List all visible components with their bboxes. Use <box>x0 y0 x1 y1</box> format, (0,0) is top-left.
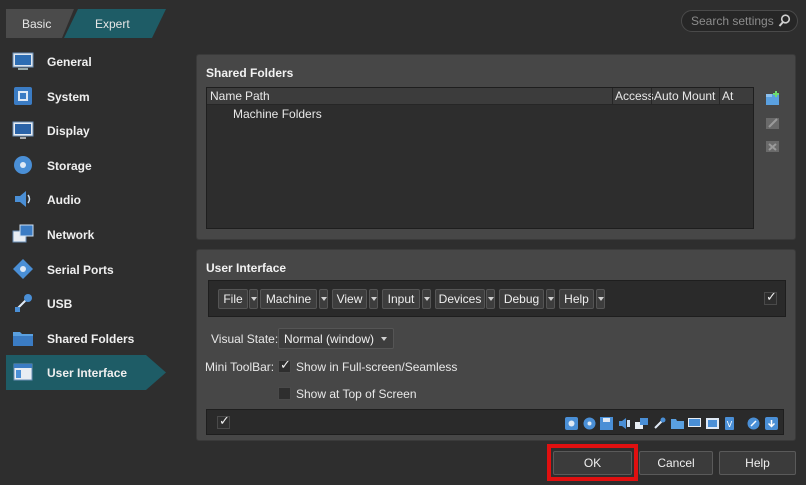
sidebar-item-general[interactable]: General <box>6 44 166 79</box>
audio-status-icon[interactable] <box>618 417 631 430</box>
column-access[interactable]: Access <box>615 89 654 103</box>
column-name[interactable]: Name <box>210 89 242 103</box>
menu-devices-button[interactable]: Devices <box>435 289 485 309</box>
general-icon <box>12 52 34 70</box>
network-status-icon[interactable] <box>635 417 648 430</box>
ok-button-highlight-frame <box>547 444 638 481</box>
sidebar-item-label: Audio <box>47 193 81 208</box>
floppy-status-icon[interactable] <box>600 417 613 430</box>
sidebar-item-usb[interactable]: USB <box>6 286 166 321</box>
table-row[interactable]: Machine Folders <box>233 107 322 121</box>
edit-shared-folder-icon[interactable] <box>765 115 781 131</box>
sidebar-item-label: General <box>47 55 92 69</box>
menu-help-button[interactable]: Help <box>559 289 594 309</box>
sidebar-item-label: Serial Ports <box>47 262 114 277</box>
menu-machine-dropdown[interactable] <box>319 289 328 309</box>
sidebar-item-display[interactable]: Display <box>6 113 166 148</box>
column-at[interactable]: At <box>722 89 733 103</box>
column-path[interactable]: Path <box>245 89 270 103</box>
usb-icon <box>15 294 32 313</box>
mini-toolbar-label: Mini ToolBar: <box>205 360 275 374</box>
menu-view-dropdown[interactable] <box>369 289 378 309</box>
menu-bar-editor: File Machine View Input Devices Debug He… <box>208 280 786 317</box>
sidebar-item-storage[interactable]: Storage <box>6 148 166 183</box>
audio-icon <box>15 191 31 208</box>
menu-help-dropdown[interactable] <box>596 289 605 309</box>
svg-text:V: V <box>727 420 733 429</box>
search-input[interactable] <box>691 13 775 29</box>
tab-expert[interactable]: Expert <box>95 17 130 31</box>
menu-debug-dropdown[interactable] <box>546 289 555 309</box>
sidebar-item-serial-ports[interactable]: Serial Ports <box>6 252 166 287</box>
status-bar-editor: V <box>206 409 784 435</box>
sidebar-item-network[interactable]: Network <box>6 217 166 252</box>
sidebar-item-label: Network <box>47 227 95 242</box>
user-interface-title: User Interface <box>206 261 287 275</box>
sidebar-item-label: Storage <box>47 158 92 173</box>
shared-folders-icon <box>13 331 33 346</box>
tab-basic[interactable]: Basic <box>22 17 51 31</box>
search-icon <box>778 14 791 27</box>
show-top-checkbox[interactable] <box>278 387 291 400</box>
sidebar-item-user-interface[interactable]: User Interface <box>6 355 166 391</box>
storage-icon <box>14 155 32 174</box>
cancel-button[interactable]: Cancel <box>639 451 713 475</box>
search-box[interactable] <box>681 10 798 32</box>
sidebar-item-label: User Interface <box>47 366 128 381</box>
show-top-label[interactable]: Show at Top of Screen <box>296 387 417 401</box>
recording-status-icon[interactable] <box>706 417 719 430</box>
visual-state-value: Normal (window) <box>284 332 375 346</box>
sidebar-item-label: USB <box>47 297 73 312</box>
menu-bar-enabled-checkbox[interactable] <box>764 290 777 305</box>
remove-shared-folder-icon[interactable] <box>765 138 781 154</box>
menu-view-button[interactable]: View <box>332 289 367 309</box>
mode-tabs: Basic Expert <box>6 9 166 38</box>
help-button[interactable]: Help <box>719 451 796 475</box>
visual-state-select[interactable]: Normal (window) <box>278 328 394 349</box>
menu-input-button[interactable]: Input <box>382 289 420 309</box>
virtualization-status-icon[interactable]: V <box>723 417 736 430</box>
shared-folders-title: Shared Folders <box>206 66 294 80</box>
display-status-icon[interactable] <box>688 417 701 430</box>
menu-devices-dropdown[interactable] <box>486 289 495 309</box>
system-icon <box>14 86 32 105</box>
sidebar-item-shared-folders[interactable]: Shared Folders <box>6 321 166 356</box>
status-bar-enabled-checkbox[interactable] <box>217 414 230 429</box>
menu-file-dropdown[interactable] <box>249 289 258 309</box>
menu-debug-button[interactable]: Debug <box>499 289 544 309</box>
sidebar-item-system[interactable]: System <box>6 79 166 114</box>
usb-status-icon[interactable] <box>653 417 666 430</box>
sidebar-item-audio[interactable]: Audio <box>6 182 166 217</box>
optical-drive-status-icon[interactable] <box>583 417 596 430</box>
show-fullscreen-checkbox[interactable] <box>278 358 291 373</box>
serial-ports-icon <box>13 258 33 279</box>
menu-file-button[interactable]: File <box>218 289 248 309</box>
show-fullscreen-label[interactable]: Show in Full-screen/Seamless <box>296 360 457 374</box>
user-interface-icon <box>13 363 33 381</box>
sidebar-item-label: Shared Folders <box>47 331 135 346</box>
display-icon <box>12 121 34 140</box>
menu-machine-button[interactable]: Machine <box>260 289 317 309</box>
menu-input-dropdown[interactable] <box>422 289 431 309</box>
add-shared-folder-icon[interactable] <box>765 91 781 107</box>
sidebar: General System Display Storage Audio Net… <box>6 44 166 391</box>
table-header: Name Path Access Auto Mount At <box>207 88 753 105</box>
keyboard-status-icon[interactable] <box>765 417 778 430</box>
sidebar-item-label: Display <box>47 124 90 139</box>
mouse-integration-status-icon[interactable] <box>747 417 760 430</box>
shared-folders-status-icon[interactable] <box>671 417 684 430</box>
visual-state-label: Visual State: <box>211 332 279 346</box>
hard-disk-status-icon[interactable] <box>565 417 578 430</box>
network-icon <box>12 224 34 243</box>
shared-folders-table[interactable]: Name Path Access Auto Mount At Machine F… <box>206 87 754 229</box>
column-auto-mount[interactable]: Auto Mount <box>654 89 715 103</box>
sidebar-item-label: System <box>47 89 90 104</box>
